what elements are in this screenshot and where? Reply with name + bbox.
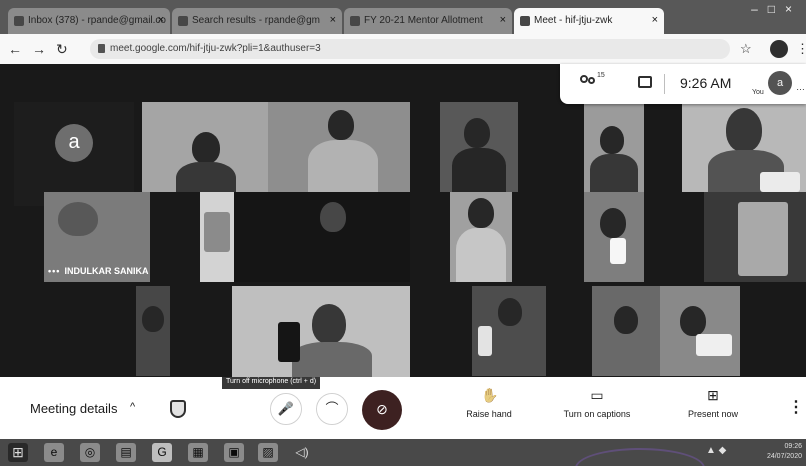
- photos-icon[interactable]: ▨: [258, 443, 278, 462]
- profile-avatar[interactable]: [770, 40, 788, 58]
- participant-video[interactable]: [584, 102, 644, 192]
- url-field[interactable]: meet.google.com/hif-jtju-zwk?pli=1&authu…: [90, 39, 730, 59]
- back-icon[interactable]: ←: [8, 41, 22, 57]
- url-text: meet.google.com/hif-jtju-zwk?pli=1&authu…: [110, 43, 321, 54]
- participant-video[interactable]: [682, 102, 806, 192]
- tab-inbox[interactable]: Inbox (378) - rpande@gmail.co ×: [8, 8, 170, 34]
- participant-video[interactable]: [704, 192, 806, 282]
- captions-label: Turn on captions: [563, 409, 631, 419]
- people-icon[interactable]: [580, 75, 598, 89]
- more-options-icon[interactable]: ⋮: [788, 397, 804, 417]
- reload-icon[interactable]: ↻: [56, 41, 68, 58]
- speaker-icon[interactable]: ◁): [292, 443, 312, 462]
- captions-button[interactable]: ▭ Turn on captions: [552, 387, 642, 419]
- app-icon[interactable]: ▦: [188, 443, 208, 462]
- raise-hand-button[interactable]: ✋ Raise hand: [444, 387, 534, 419]
- tab-search-results[interactable]: Search results - rpande@gm ×: [172, 8, 342, 34]
- divider: [664, 74, 665, 94]
- participant-video[interactable]: [660, 286, 740, 376]
- hangup-icon[interactable]: ⌒: [316, 393, 348, 425]
- ie-icon[interactable]: e: [44, 443, 64, 462]
- tab-title: Inbox (378) - rpande@gmail.co: [28, 15, 166, 26]
- participant-video[interactable]: [232, 286, 410, 377]
- video-grid: a ••• INDULKAR SANIKA: [0, 64, 806, 377]
- mic-icon[interactable]: 🎤: [270, 393, 302, 425]
- participant-video[interactable]: [136, 286, 170, 376]
- self-label: You: [752, 89, 764, 96]
- meeting-details-button[interactable]: Meeting details: [30, 401, 117, 416]
- chrome-active-icon[interactable]: G: [152, 443, 172, 462]
- participant-video[interactable]: [268, 102, 410, 192]
- browser-menu-icon[interactable]: ⋮: [796, 41, 806, 57]
- participant-name-label: ••• INDULKAR SANIKA: [48, 266, 148, 276]
- meeting-clock: 9:26 AM: [680, 75, 732, 91]
- forward-icon[interactable]: →: [32, 41, 46, 57]
- participant-video[interactable]: ••• INDULKAR SANIKA: [44, 192, 150, 282]
- clock-time: 09:26: [784, 443, 802, 450]
- folder-icon[interactable]: ▤: [116, 443, 136, 462]
- tab-mentor-allotment[interactable]: FY 20-21 Mentor Allotment ×: [344, 8, 512, 34]
- present-label: Present now: [687, 409, 739, 419]
- address-bar: ← → ↻ meet.google.com/hif-jtju-zwk?pli=1…: [0, 34, 806, 64]
- raise-hand-label: Raise hand: [466, 409, 512, 419]
- hand-icon: ✋: [481, 387, 499, 403]
- chevron-up-icon[interactable]: ^: [130, 401, 135, 413]
- meet-icon: [520, 16, 530, 26]
- participant-avatar: a: [55, 124, 93, 162]
- gmail-icon: [178, 16, 188, 26]
- clock-date: 24/07/2020: [766, 453, 802, 460]
- media-icon[interactable]: ▣: [224, 443, 244, 462]
- participant-video[interactable]: [200, 192, 234, 282]
- participant-video[interactable]: [592, 286, 660, 376]
- tab-meet[interactable]: Meet - hif-jtju-zwk ×: [514, 8, 664, 34]
- self-avatar[interactable]: a: [768, 71, 792, 95]
- window-controls[interactable]: –□×: [751, 2, 802, 16]
- chat-icon[interactable]: [638, 76, 652, 88]
- present-icon: ⊞: [707, 387, 719, 403]
- sheets-icon: [350, 16, 360, 26]
- screenshot: Inbox (378) - rpande@gmail.co × Search r…: [0, 0, 806, 466]
- tab-title: Search results - rpande@gm: [192, 15, 320, 26]
- participant-video[interactable]: [584, 192, 644, 282]
- more-options-icon: •••: [48, 266, 61, 276]
- close-tab-icon[interactable]: ×: [158, 14, 164, 26]
- system-clock[interactable]: 09:26 24/07/2020: [767, 442, 802, 462]
- mic-tooltip: Turn off microphone (ctrl + d): [222, 377, 321, 389]
- participant-count: 15: [597, 72, 605, 79]
- more-icon[interactable]: …: [796, 82, 805, 92]
- meeting-control-bar: Meeting details ^ Turn off microphone (c…: [0, 377, 806, 439]
- lock-icon: [98, 44, 105, 53]
- participant-tile-no-video[interactable]: a: [14, 102, 134, 206]
- browser-tab-strip: Inbox (378) - rpande@gmail.co × Search r…: [0, 0, 806, 34]
- camera-off-icon[interactable]: ⊘: [362, 390, 402, 430]
- participant-name: INDULKAR SANIKA: [64, 266, 149, 276]
- meeting-info-bar: 15 9:26 AM You a …: [560, 64, 806, 104]
- participant-video[interactable]: [142, 102, 268, 192]
- close-tab-icon[interactable]: ×: [500, 14, 506, 26]
- participant-video[interactable]: [450, 192, 512, 282]
- gmail-icon: [14, 16, 24, 26]
- participant-video[interactable]: [440, 102, 518, 192]
- shield-icon[interactable]: [170, 400, 186, 418]
- participant-video[interactable]: [234, 192, 410, 282]
- close-tab-icon[interactable]: ×: [330, 14, 336, 26]
- tab-title: FY 20-21 Mentor Allotment: [364, 15, 483, 26]
- captions-icon: ▭: [590, 387, 604, 403]
- chrome-icon[interactable]: ◎: [80, 443, 100, 462]
- close-tab-icon[interactable]: ×: [652, 14, 658, 26]
- tab-title: Meet - hif-jtju-zwk: [534, 15, 613, 26]
- star-icon[interactable]: ☆: [740, 41, 752, 57]
- start-icon[interactable]: ⊞: [8, 443, 28, 462]
- network-icon[interactable]: ▲ ◆: [706, 445, 726, 456]
- present-now-button[interactable]: ⊞ Present now: [668, 387, 758, 419]
- participant-video[interactable]: [472, 286, 546, 376]
